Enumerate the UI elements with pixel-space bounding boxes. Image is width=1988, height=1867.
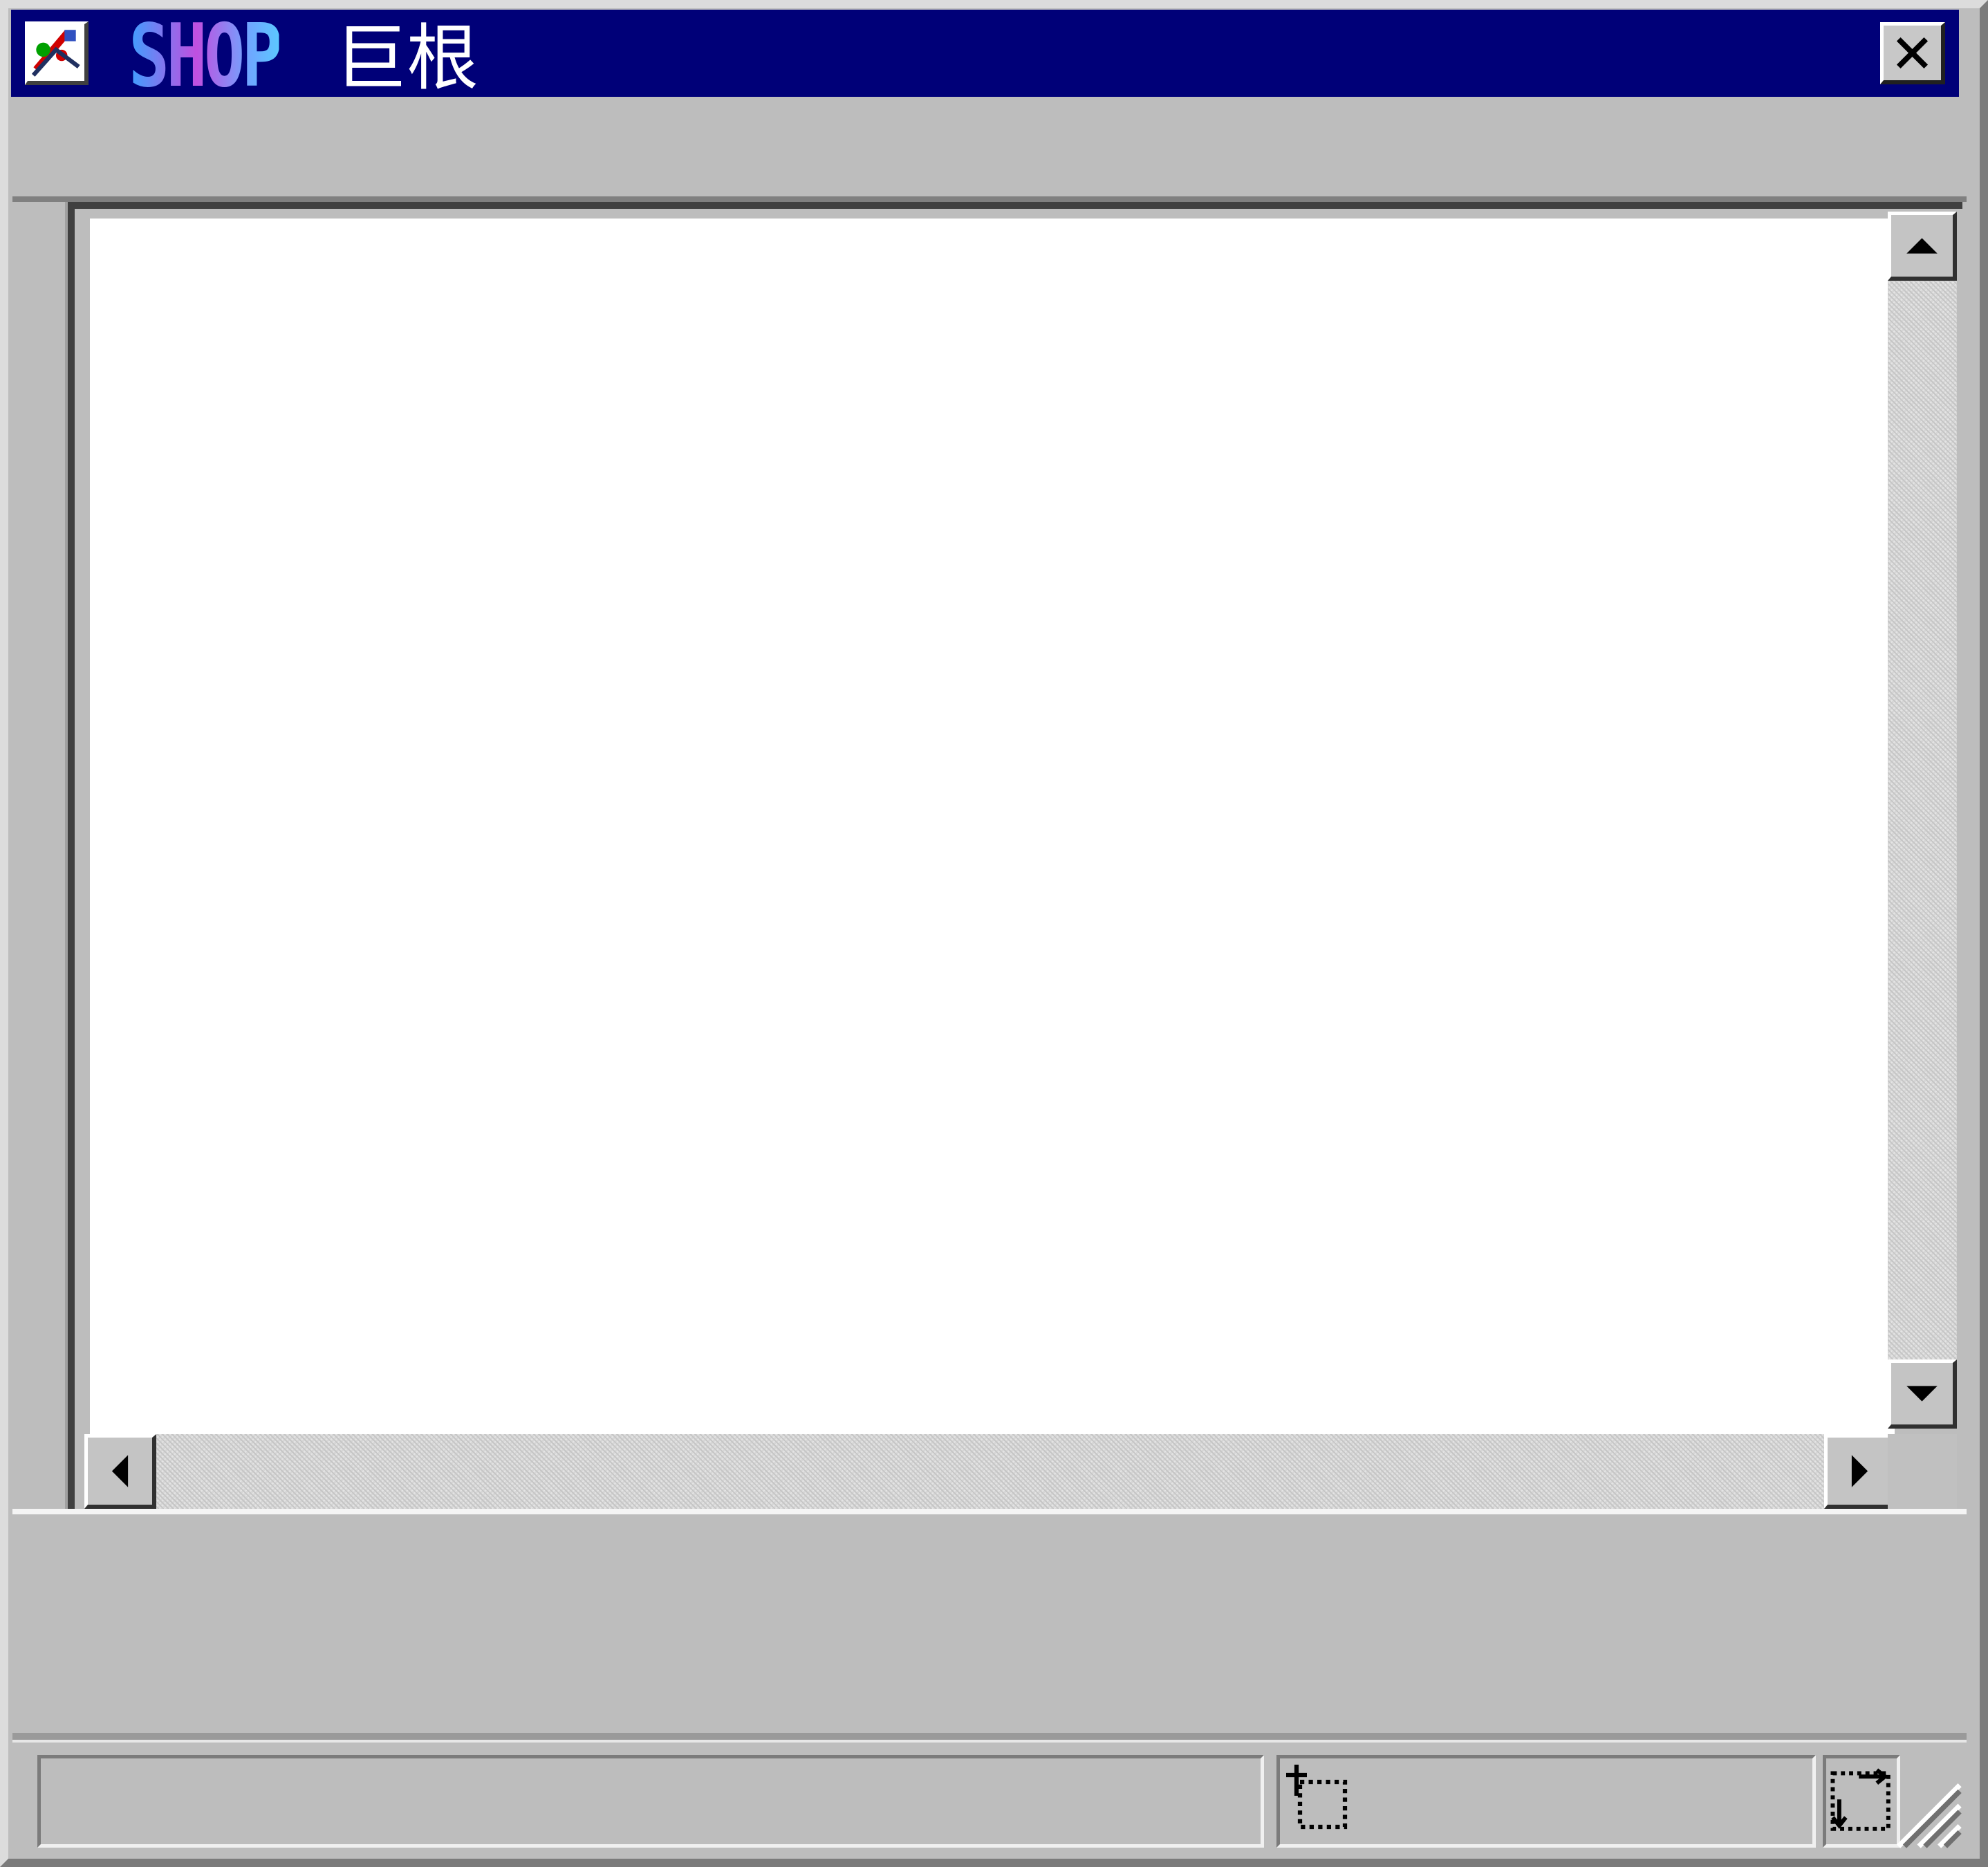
arrow-right-icon — [1851, 1455, 1868, 1487]
drawing-canvas[interactable] — [90, 219, 1895, 1436]
scrollbar-corner — [1888, 1434, 1957, 1509]
paint-app-icon[interactable] — [25, 21, 89, 85]
tool-gutter — [12, 202, 68, 1509]
scroll-up-button[interactable] — [1888, 212, 1957, 281]
close-button[interactable] — [1880, 22, 1945, 84]
close-icon — [1896, 37, 1929, 69]
vertical-scrollbar[interactable] — [1888, 212, 1957, 1429]
arrow-down-icon — [1906, 1386, 1938, 1402]
horizontal-scrollbar[interactable] — [84, 1434, 1896, 1509]
scroll-right-button[interactable] — [1824, 1434, 1896, 1509]
window-title: 巨根 — [335, 16, 479, 100]
status-bar — [12, 1743, 1967, 1853]
scroll-left-button[interactable] — [84, 1434, 156, 1509]
resize-grip-icon[interactable] — [1882, 1769, 1964, 1850]
status-message-pane — [37, 1755, 1264, 1848]
cursor-position-icon — [1283, 1761, 1359, 1844]
status-position-pane — [1276, 1755, 1816, 1848]
window-title-brand: SHOP — [129, 5, 283, 106]
arrow-left-icon — [111, 1455, 129, 1487]
status-separator — [12, 1733, 1967, 1743]
title-bar[interactable]: SHOP 巨根 — [11, 5, 1959, 106]
color-box-area — [12, 1518, 1967, 1733]
scroll-down-button[interactable] — [1888, 1359, 1957, 1429]
arrow-up-icon — [1906, 238, 1938, 254]
canvas-viewport — [68, 202, 1962, 1509]
